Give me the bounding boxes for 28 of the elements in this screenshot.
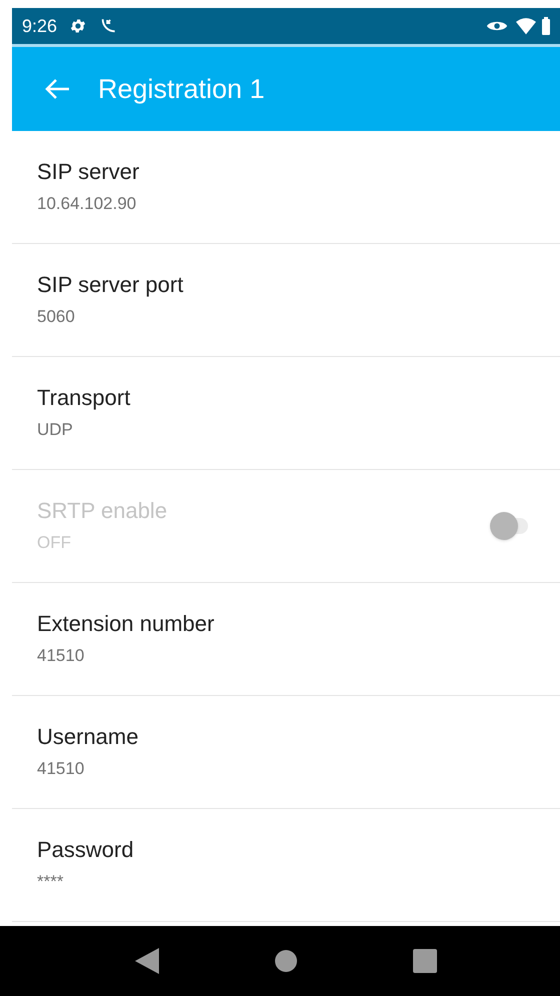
setting-title: SIP server port — [37, 271, 184, 299]
setting-value: UDP — [37, 419, 74, 441]
setting-value: **** — [37, 871, 64, 893]
setting-value: 5060 — [37, 306, 76, 328]
setting-title: SIP server — [37, 158, 140, 186]
page-title: Registration 1 — [98, 72, 265, 106]
battery-icon — [542, 17, 550, 35]
setting-title: Extension number — [37, 610, 216, 638]
back-arrow-icon — [44, 78, 70, 100]
setting-value: 41510 — [37, 645, 86, 667]
setting-value: 41510 — [37, 758, 86, 780]
gear-icon — [69, 17, 88, 35]
setting-title: Password — [37, 836, 135, 864]
setting-value: 10.64.102.90 — [37, 193, 138, 215]
setting-title: SRTP enable — [37, 497, 168, 525]
setting-row[interactable]: SIP server 10.64.102.90 — [12, 131, 560, 244]
setting-row[interactable]: Extension number 41510 — [12, 583, 560, 696]
setting-row[interactable]: Transport UDP — [12, 357, 560, 470]
setting-row[interactable]: SIP server port 5060 — [12, 244, 560, 357]
setting-title: Username — [37, 723, 140, 751]
back-nav-icon[interactable] — [135, 948, 159, 974]
setting-row[interactable]: Username 41510 — [12, 696, 560, 809]
phone-icon — [99, 17, 118, 35]
setting-title: Transport — [37, 384, 132, 412]
status-time: 9:26 — [22, 14, 58, 38]
wifi-icon — [516, 17, 536, 35]
setting-row[interactable]: Password **** — [12, 809, 560, 922]
home-nav-icon[interactable] — [275, 950, 297, 972]
